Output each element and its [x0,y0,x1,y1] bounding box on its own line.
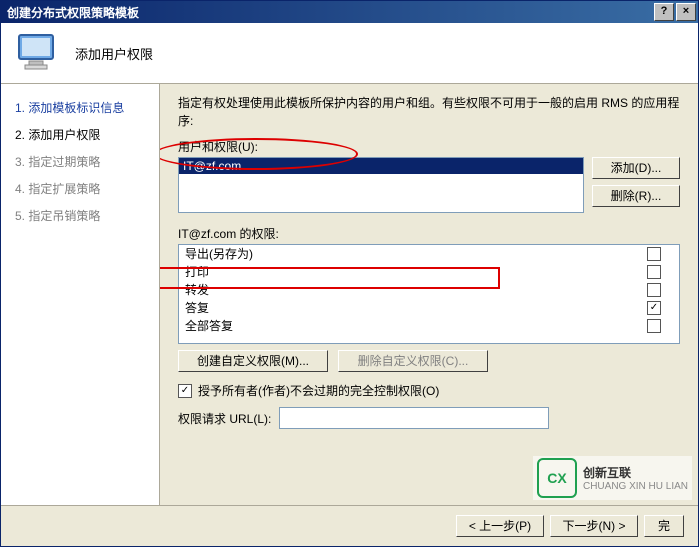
perm-label: 全部答复 [185,318,233,334]
perm-row-reply-all[interactable]: 全部答复 [179,317,679,335]
url-row: 权限请求 URL(L): [178,407,680,429]
step-2[interactable]: 2. 添加用户权限 [1,121,159,148]
help-button[interactable]: ? [654,3,674,21]
perm-row-export[interactable]: 导出(另存为) [179,245,679,263]
grant-owner-label: 授予所有者(作者)不会过期的完全控制权限(O) [198,382,439,399]
grant-owner-row[interactable]: 授予所有者(作者)不会过期的完全控制权限(O) [178,382,680,399]
user-buttons: 添加(D)... 删除(R)... [592,157,680,207]
step-num: 5. [15,209,25,223]
create-custom-permission-button[interactable]: 创建自定义权限(M)... [178,350,328,372]
content-pane: 指定有权处理使用此模板所保护内容的用户和组。有些权限不可用于一般的启用 RMS … [160,84,698,505]
user-item[interactable]: IT@zf.com [179,158,583,174]
users-label: 用户和权限(U): [178,138,680,155]
perm-checkbox[interactable] [647,283,661,297]
perm-checkbox[interactable] [647,301,661,315]
perm-checkbox[interactable] [647,247,661,261]
step-num: 4. [15,182,25,196]
perm-checkbox[interactable] [647,265,661,279]
watermark-logo: CX [537,458,577,498]
body: 1. 添加模板标识信息 2. 添加用户权限 3. 指定过期策略 4. 指定扩展策… [1,84,698,505]
watermark-brand-py: CHUANG XIN HU LIAN [583,481,688,492]
delete-custom-permission-button[interactable]: 删除自定义权限(C)... [338,350,488,372]
perm-row-forward[interactable]: 转发 [179,281,679,299]
header: 添加用户权限 [1,23,698,84]
step-label: 指定吊销策略 [28,209,100,223]
finish-button[interactable]: 完 [644,515,684,537]
permissions-label: IT@zf.com 的权限: [178,225,680,242]
step-num: 2. [15,128,25,142]
step-5[interactable]: 5. 指定吊销策略 [1,202,159,229]
watermark-text: 创新互联 CHUANG XIN HU LIAN [583,464,688,492]
step-4[interactable]: 4. 指定扩展策略 [1,175,159,202]
grant-owner-checkbox[interactable] [178,384,192,398]
perm-label: 答复 [185,300,209,316]
header-subtitle: 添加用户权限 [75,44,153,63]
dialog-window: 创建分布式权限策略模板 ? × 添加用户权限 1. 添加模板标识信息 2. [0,0,699,547]
step-label: 添加模板标识信息 [28,101,124,115]
steps-sidebar: 1. 添加模板标识信息 2. 添加用户权限 3. 指定过期策略 4. 指定扩展策… [1,84,160,505]
prev-button[interactable]: < 上一步(P) [456,515,544,537]
step-num: 3. [15,155,25,169]
users-listbox[interactable]: IT@zf.com [178,157,584,213]
step-label: 指定过期策略 [28,155,100,169]
window-title: 创建分布式权限策略模板 [7,4,654,21]
perm-label: 转发 [185,282,209,298]
step-num: 1. [15,101,25,115]
wizard-footer: < 上一步(P) 下一步(N) > 完 [1,505,698,546]
window-controls: ? × [654,3,696,21]
perm-checkbox[interactable] [647,319,661,333]
perm-row-reply[interactable]: 答复 [179,299,679,317]
url-input[interactable] [279,407,549,429]
watermark: CX 创新互联 CHUANG XIN HU LIAN [533,456,692,500]
watermark-brand-cn: 创新互联 [583,464,688,481]
close-button[interactable]: × [676,3,696,21]
step-3[interactable]: 3. 指定过期策略 [1,148,159,175]
step-1[interactable]: 1. 添加模板标识信息 [1,94,159,121]
custom-permission-buttons: 创建自定义权限(M)... 删除自定义权限(C)... [178,350,680,372]
step-label: 指定扩展策略 [28,182,100,196]
next-button[interactable]: 下一步(N) > [550,515,638,537]
perm-label: 导出(另存为) [185,246,253,262]
description-text: 指定有权处理使用此模板所保护内容的用户和组。有些权限不可用于一般的启用 RMS … [178,94,680,130]
remove-user-button[interactable]: 删除(R)... [592,185,680,207]
monitor-icon [17,33,59,73]
perm-label: 打印 [185,264,209,280]
users-row: IT@zf.com 添加(D)... 删除(R)... [178,157,680,213]
url-label: 权限请求 URL(L): [178,410,271,427]
titlebar: 创建分布式权限策略模板 ? × [1,1,698,23]
perm-row-print[interactable]: 打印 [179,263,679,281]
add-user-button[interactable]: 添加(D)... [592,157,680,179]
permissions-listbox[interactable]: 导出(另存为) 打印 转发 答复 全部答复 [178,244,680,344]
step-label: 添加用户权限 [28,128,100,142]
